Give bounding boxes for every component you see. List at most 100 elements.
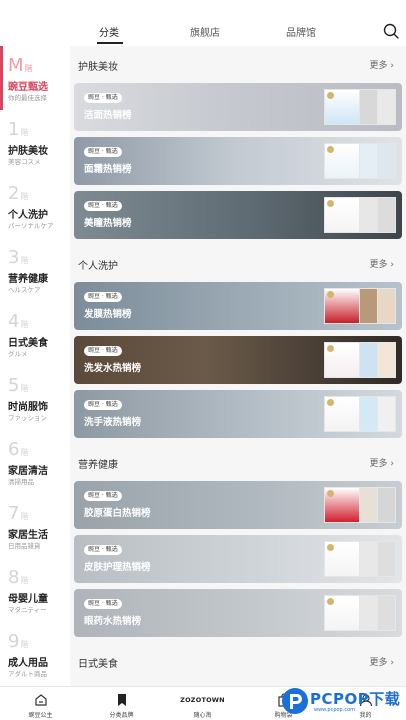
floor-title: 护肤美妆 [8, 146, 48, 157]
nav-zozotown-label: 随心淘 [193, 712, 212, 719]
product-thumbnail [324, 595, 360, 631]
rank-medal-icon [327, 291, 334, 298]
sidebar-floor-6[interactable]: 6階家居清洁 清掃用品 [0, 430, 70, 494]
floor-number: 1階 [8, 119, 29, 140]
floor-title: 时尚服饰 [8, 402, 48, 413]
ranking-card[interactable]: 豌豆 · 甄选 美瞳热销榜 [74, 191, 402, 239]
product-thumbnails [324, 197, 398, 233]
ranking-card[interactable]: 豌豆 · 甄选 眼药水热销榜 [74, 589, 402, 637]
ranking-card[interactable]: 豌豆 · 甄选 面霜热销榜 [74, 137, 402, 185]
section-more-link[interactable]: 更多 › [370, 58, 394, 71]
rank-medal-icon [327, 146, 334, 153]
section-title: 日式美食 [78, 659, 118, 670]
product-thumbnails [324, 396, 398, 432]
product-thumbnail [324, 197, 360, 233]
app-screen: 分类 旗舰店 品牌馆 M階 豌豆甄选 你的最佳选择 1階 护肤美妆 美容コスメ 2階 个人洗护… [0, 0, 406, 720]
category-content: 护肤美妆 更多 › 豌豆 · 甄选 洁面热销榜 豌豆 · 甄选 面霜热销榜 豌豆 · 甄选美… [70, 46, 406, 686]
section-more-link[interactable]: 更多 › [370, 655, 394, 668]
section-more-link[interactable]: 更多 › [370, 456, 394, 469]
product-thumbnails [324, 288, 398, 324]
card-badge: 豌豆 · 甄选 [84, 201, 122, 211]
sidebar-floor-1[interactable]: 1階 护肤美妆 美容コスメ [0, 110, 70, 174]
section-more-link[interactable]: 更多 › [370, 257, 394, 270]
card-title: 胶原蛋白热销榜 [84, 508, 151, 519]
product-thumbnails [324, 143, 398, 179]
floor-number: 9階 [8, 631, 29, 652]
floor-title: 家居清洁 [8, 466, 48, 477]
nav-category-brand-label: 分类品牌 [109, 712, 134, 719]
sidebar-floor-4[interactable]: 4階 日式美食 グルメ [0, 302, 70, 366]
tab-flagship-store[interactable]: 旗舰店 [190, 24, 220, 39]
rank-medal-icon [327, 200, 334, 207]
floor-subtitle: 清掃用品 [8, 478, 34, 486]
zozotown-logo: ZOZOTOWN [180, 696, 225, 704]
card-title: 眼药水热销榜 [84, 616, 142, 627]
rank-medal-icon [327, 544, 334, 551]
top-tab-bar: 分类 旗舰店 品牌馆 [0, 0, 406, 46]
card-title: 洗发水热销榜 [84, 363, 142, 374]
sidebar-floor-0[interactable]: M階 豌豆甄选 你的最佳选择 [0, 46, 70, 110]
product-thumbnails [324, 487, 398, 523]
product-thumbnails [324, 342, 398, 378]
product-thumbnail [324, 288, 360, 324]
card-title: 洗手液热销榜 [84, 417, 142, 428]
card-badge: 豌豆 · 甄选 [84, 400, 122, 410]
floor-title: 成人用品 [8, 658, 48, 669]
card-badge: 豌豆 · 甄选 [84, 545, 122, 555]
ranking-card[interactable]: 豌豆 · 甄选洗手液热销榜 [74, 390, 402, 438]
product-thumbnail [324, 89, 360, 125]
bookmark-icon [115, 692, 129, 706]
product-thumbnails [324, 595, 398, 631]
card-badge: 豌豆 · 甄选 [84, 491, 122, 501]
pcpop-logo-icon [282, 688, 308, 714]
ranking-card[interactable]: 豌豆 · 甄选 洁面热销榜 [74, 83, 402, 131]
product-thumbnail [324, 487, 360, 523]
floor-number: 5階 [8, 375, 29, 396]
sidebar-floor-9[interactable]: 9階成人用品 アダルト商品 [0, 622, 70, 686]
nav-category-brand[interactable]: 分类品牌 [81, 687, 162, 720]
floor-subtitle: 日用品雑貨 [8, 542, 41, 550]
sidebar-floor-2[interactable]: 2階 个人洗护 パーソナルケア [0, 174, 70, 238]
floor-subtitle: ヘルスケア [8, 286, 41, 294]
product-thumbnails [324, 89, 398, 125]
product-thumbnail [324, 541, 360, 577]
sidebar-floor-8[interactable]: 8階 母婴儿童 マタニティー [0, 558, 70, 622]
floor-number: 7階 [8, 503, 29, 524]
section-header: 营养健康 更多 › [70, 444, 406, 478]
active-tab-indicator [97, 42, 123, 44]
floor-number: 4階 [8, 311, 29, 332]
floor-subtitle: ファッション [8, 414, 47, 422]
floor-title: 营养健康 [8, 274, 48, 285]
sidebar-floor-7[interactable]: 7階家居生活 日用品雑貨 [0, 494, 70, 558]
sidebar-floor-5[interactable]: 5階时尚服饰 ファッション [0, 366, 70, 430]
product-thumbnail [324, 396, 360, 432]
floor-number: M階 [8, 55, 33, 76]
tab-brand-hall[interactable]: 品牌馆 [286, 24, 316, 39]
rank-medal-icon [327, 490, 334, 497]
card-title: 发膜热销榜 [84, 309, 132, 320]
search-icon[interactable] [382, 22, 400, 40]
ranking-card[interactable]: 豌豆 · 甄选洗发水热销榜 [74, 336, 402, 384]
nav-zozotown[interactable]: ZOZOTOWN 随心淘 [162, 687, 243, 720]
floor-subtitle: アダルト商品 [8, 670, 47, 678]
floor-title: 家居生活 [8, 530, 48, 541]
rank-medal-icon [327, 598, 334, 605]
watermark-url: www.pcpop.com [314, 707, 355, 713]
pcpop-watermark: PCPOP下载 www.pcpop.com [278, 682, 406, 720]
floor-subtitle: グルメ [8, 350, 28, 358]
floor-sidebar: M階 豌豆甄选 你的最佳选择 1階 护肤美妆 美容コスメ 2階 个人洗护 パーソナルケア 3階 营养… [0, 46, 70, 686]
ranking-card[interactable]: 豌豆 · 甄选 发膜热销榜 [74, 282, 402, 330]
section-title: 营养健康 [78, 460, 118, 471]
card-title: 洁面热销榜 [84, 110, 132, 121]
card-badge: 豌豆 · 甄选 [84, 93, 122, 103]
card-title: 皮肤护理热销榜 [84, 562, 151, 573]
floor-number: 6階 [8, 439, 29, 460]
nav-home[interactable]: 豌豆公主 [0, 687, 81, 720]
tab-category[interactable]: 分类 [99, 24, 119, 39]
ranking-card[interactable]: 豌豆 · 甄选胶原蛋白热销榜 [74, 481, 402, 529]
sidebar-floor-3[interactable]: 3階 营养健康 ヘルスケア [0, 238, 70, 302]
nav-home-label: 豌豆公主 [28, 712, 53, 719]
section-header: 护肤美妆 更多 › [70, 46, 406, 80]
card-badge: 豌豆 · 甄选 [84, 346, 122, 356]
ranking-card[interactable]: 豌豆 · 甄选皮肤护理热销榜 [74, 535, 402, 583]
